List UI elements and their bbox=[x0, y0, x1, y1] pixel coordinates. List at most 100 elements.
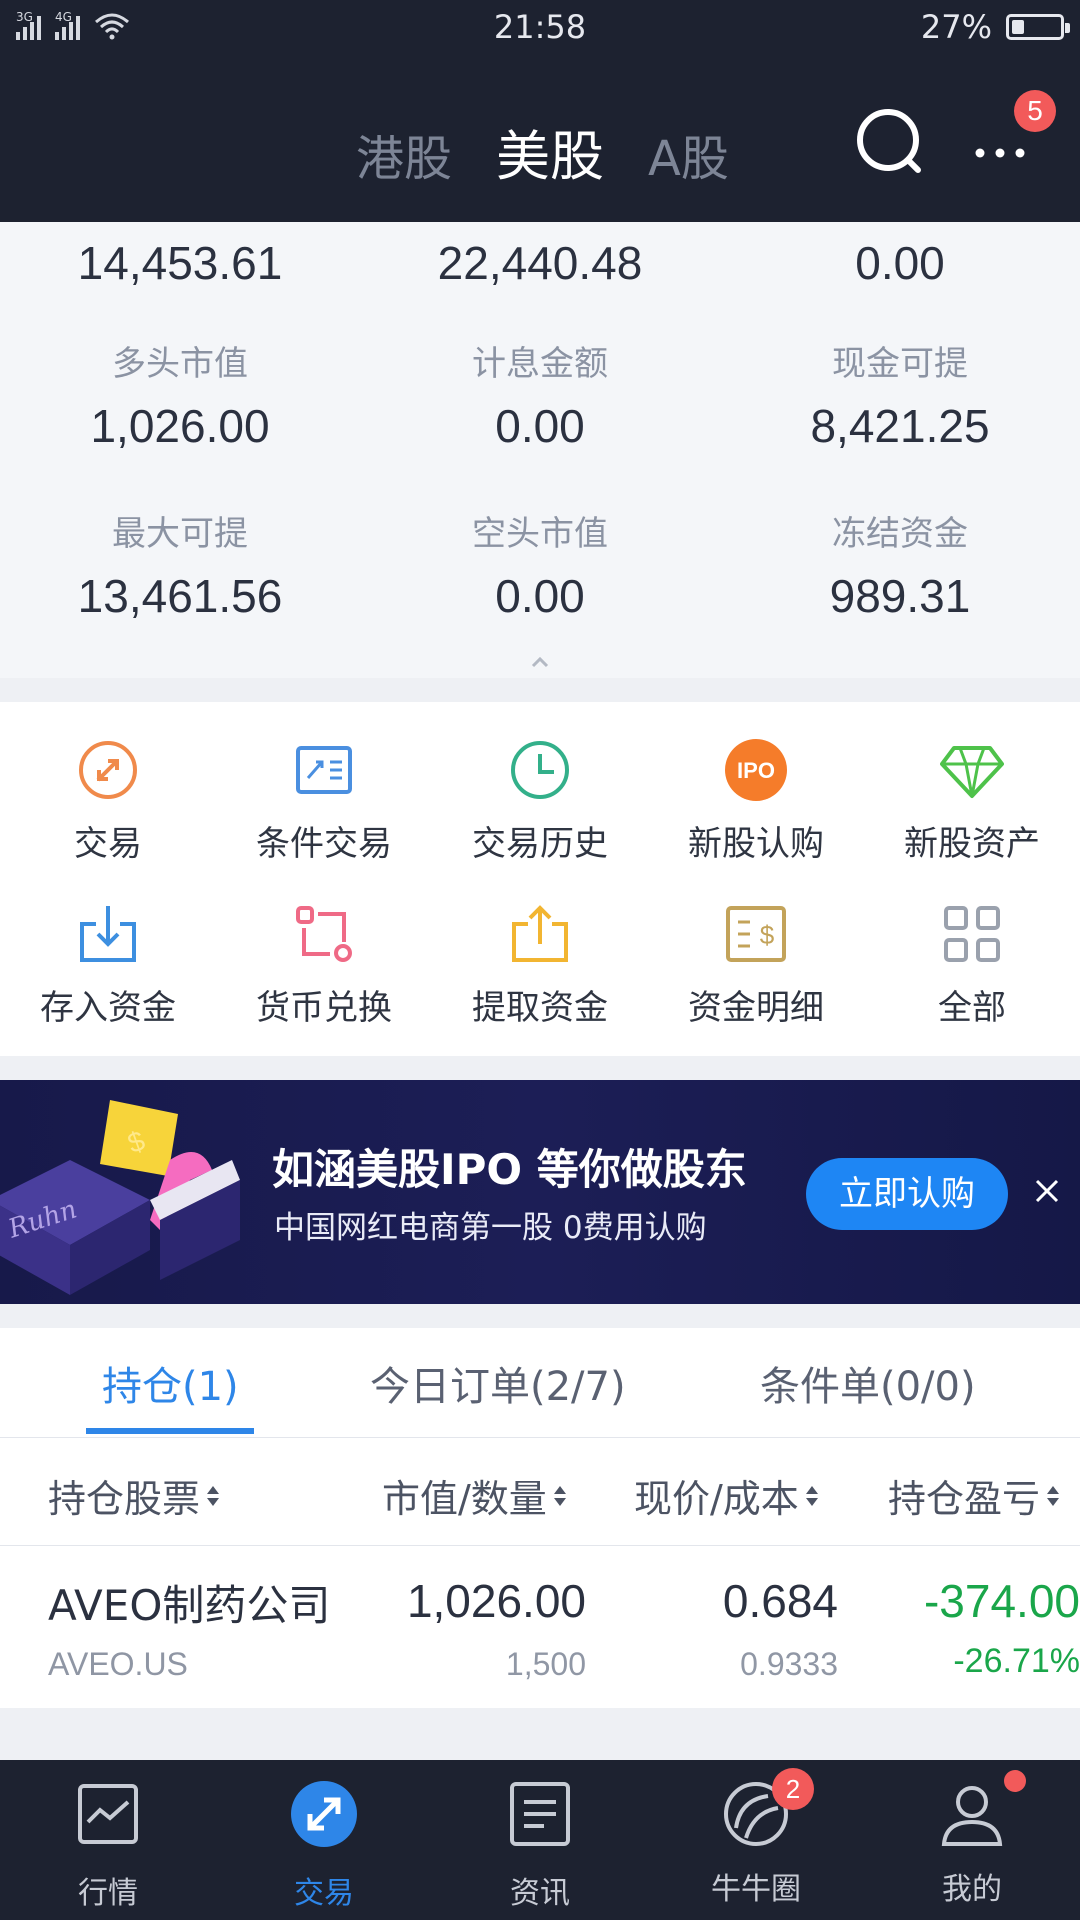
nav-label: 资讯 bbox=[510, 1876, 570, 1911]
column-header-pnl[interactable]: 持仓盈亏 bbox=[888, 1468, 1060, 1523]
tab-hk-stocks[interactable]: 港股 bbox=[356, 119, 452, 189]
func-label: 新股资产 bbox=[904, 824, 1040, 864]
func-fund-details[interactable]: $ 资金明细 bbox=[648, 902, 864, 1029]
withdraw-icon bbox=[512, 905, 568, 962]
function-grid: 交易 条件交易 交易历史 IPO 新股认购 新股资产 存入资金 货币兑换 提取资… bbox=[0, 702, 1080, 1056]
func-label: 条件交易 bbox=[256, 824, 392, 864]
subscribe-now-button[interactable]: 立即认购 bbox=[806, 1158, 1008, 1230]
sort-icon bbox=[207, 1485, 220, 1506]
func-trade[interactable]: 交易 bbox=[0, 738, 216, 865]
func-label: 提取资金 bbox=[472, 988, 608, 1028]
nav-label: 牛牛圈 bbox=[711, 1872, 801, 1907]
summary-label-interest-amount: 计息金额 bbox=[472, 344, 608, 384]
cost-price: 0.9333 bbox=[740, 1646, 838, 1682]
clock: 21:58 bbox=[493, 8, 587, 46]
tab-us-stocks[interactable]: 美股 bbox=[496, 112, 604, 191]
close-icon[interactable] bbox=[1032, 1176, 1062, 1206]
positions-tab-bar: 持仓(1) 今日订单(2/7) 条件单(0/0) bbox=[0, 1328, 1080, 1438]
summary-value: 14,453.61 bbox=[77, 237, 283, 289]
header-label: 现价/成本 bbox=[634, 1477, 799, 1521]
func-trade-history[interactable]: 交易历史 bbox=[432, 738, 648, 865]
nav-label: 行情 bbox=[78, 1876, 138, 1911]
nav-quotes[interactable]: 行情 bbox=[0, 1778, 216, 1912]
summary-value: 22,440.48 bbox=[437, 237, 643, 289]
table-row[interactable]: AVEO制药公司 AVEO.US 1,026.00 1,500 0.684 0.… bbox=[0, 1546, 1080, 1708]
trade-icon bbox=[291, 1781, 357, 1847]
grid-icon bbox=[944, 906, 1000, 962]
func-currency-exchange[interactable]: 货币兑换 bbox=[216, 902, 432, 1029]
func-withdraw[interactable]: 提取资金 bbox=[432, 902, 648, 1029]
nav-community[interactable]: 2 牛牛圈 bbox=[648, 1768, 864, 1908]
func-label: 新股认购 bbox=[688, 824, 824, 864]
func-ipo-assets[interactable]: 新股资产 bbox=[864, 738, 1080, 865]
more-menu-button[interactable]: 5 bbox=[960, 90, 1056, 188]
status-bar: 3G 4G 21:58 27% bbox=[0, 0, 1080, 58]
func-ipo-subscribe[interactable]: IPO 新股认购 bbox=[648, 738, 864, 865]
gift-box-illustration: Ruhn $ bbox=[0, 1100, 240, 1295]
search-button[interactable] bbox=[838, 104, 938, 184]
community-badge: 2 bbox=[772, 1768, 814, 1810]
nav-trade[interactable]: 交易 bbox=[216, 1778, 432, 1912]
search-icon bbox=[857, 109, 921, 173]
fund-details-icon: $ bbox=[726, 906, 786, 962]
current-price: 0.684 bbox=[722, 1575, 838, 1627]
func-label: 存入资金 bbox=[40, 988, 176, 1028]
position-pnl-percent: -26.71% bbox=[953, 1642, 1080, 1680]
column-header-market-value[interactable]: 市值/数量 bbox=[382, 1468, 567, 1523]
sort-icon bbox=[553, 1485, 566, 1506]
tab-positions[interactable]: 持仓(1) bbox=[102, 1354, 239, 1412]
top-header: 港股 美股 A股 5 bbox=[0, 58, 1080, 222]
currency-exchange-icon bbox=[296, 906, 352, 962]
positions-table-header: 持仓股票 市值/数量 现价/成本 持仓盈亏 bbox=[0, 1438, 1080, 1546]
summary-label-cash-withdrawable: 现金可提 bbox=[832, 344, 968, 384]
func-label: 交易 bbox=[74, 824, 142, 864]
conditional-trade-icon bbox=[296, 746, 352, 794]
tab-a-shares[interactable]: A股 bbox=[648, 119, 729, 189]
sort-icon bbox=[805, 1485, 818, 1506]
nav-news[interactable]: 资讯 bbox=[432, 1778, 648, 1912]
tab-conditional-orders[interactable]: 条件单(0/0) bbox=[760, 1354, 976, 1412]
profile-icon bbox=[941, 1786, 1003, 1846]
summary-label-max-withdrawable: 最大可提 bbox=[112, 514, 248, 554]
func-conditional-trade[interactable]: 条件交易 bbox=[216, 738, 432, 865]
battery-percent: 27% bbox=[920, 8, 992, 46]
quantity: 1,500 bbox=[505, 1646, 586, 1682]
func-label: 货币兑换 bbox=[256, 988, 392, 1028]
stock-name: AVEO制药公司 bbox=[48, 1581, 331, 1630]
summary-label-short-value: 空头市值 bbox=[472, 514, 608, 554]
summary-value: 0.00 bbox=[855, 237, 945, 289]
tab-today-orders[interactable]: 今日订单(2/7) bbox=[370, 1354, 626, 1412]
nav-profile[interactable]: 我的 bbox=[864, 1770, 1080, 1908]
header-label: 持仓盈亏 bbox=[888, 1477, 1041, 1521]
account-summary: 14,453.61 22,440.48 0.00 多头市值 1,026.00 计… bbox=[0, 222, 1080, 678]
ipo-promo-banner[interactable]: Ruhn $ 如涵美股IPO 等你做股东 中国网红电商第一股 0费用认购 立即认… bbox=[0, 1080, 1080, 1304]
column-header-price-cost[interactable]: 现价/成本 bbox=[634, 1468, 819, 1523]
collapse-chevron-up-icon[interactable] bbox=[527, 652, 553, 672]
summary-cash-withdrawable: 8,421.25 bbox=[810, 400, 990, 452]
summary-short-value: 0.00 bbox=[495, 570, 585, 622]
func-deposit[interactable]: 存入资金 bbox=[0, 902, 216, 1029]
banner-title: 如涵美股IPO 等你做股东 bbox=[272, 1145, 747, 1194]
news-icon bbox=[510, 1782, 570, 1846]
header-label: 市值/数量 bbox=[382, 1477, 547, 1521]
banner-subtitle: 中国网红电商第一股 0费用认购 bbox=[274, 1210, 707, 1246]
deposit-icon bbox=[80, 906, 136, 962]
profile-notification-dot bbox=[1004, 1770, 1026, 1792]
column-header-stock[interactable]: 持仓股票 bbox=[48, 1468, 220, 1523]
svg-text:IPO: IPO bbox=[737, 758, 775, 783]
market-tabs: 港股 美股 A股 bbox=[356, 112, 729, 191]
func-label: 资金明细 bbox=[688, 988, 824, 1028]
trade-arrows-icon bbox=[79, 741, 137, 799]
func-all[interactable]: 全部 bbox=[864, 902, 1080, 1029]
bottom-navigation: 行情 交易 资讯 2 牛牛圈 我的 bbox=[0, 1760, 1080, 1920]
battery-icon bbox=[1006, 14, 1070, 40]
svg-text:$: $ bbox=[760, 920, 775, 950]
summary-frozen-funds: 989.31 bbox=[829, 570, 971, 622]
position-pnl: -374.00 bbox=[923, 1575, 1080, 1627]
sort-icon bbox=[1047, 1485, 1060, 1506]
summary-label-frozen-funds: 冻结资金 bbox=[832, 514, 968, 554]
diamond-icon bbox=[940, 746, 1004, 798]
clock-icon bbox=[511, 741, 569, 799]
nav-label: 交易 bbox=[294, 1876, 354, 1911]
nav-label: 我的 bbox=[942, 1872, 1002, 1907]
